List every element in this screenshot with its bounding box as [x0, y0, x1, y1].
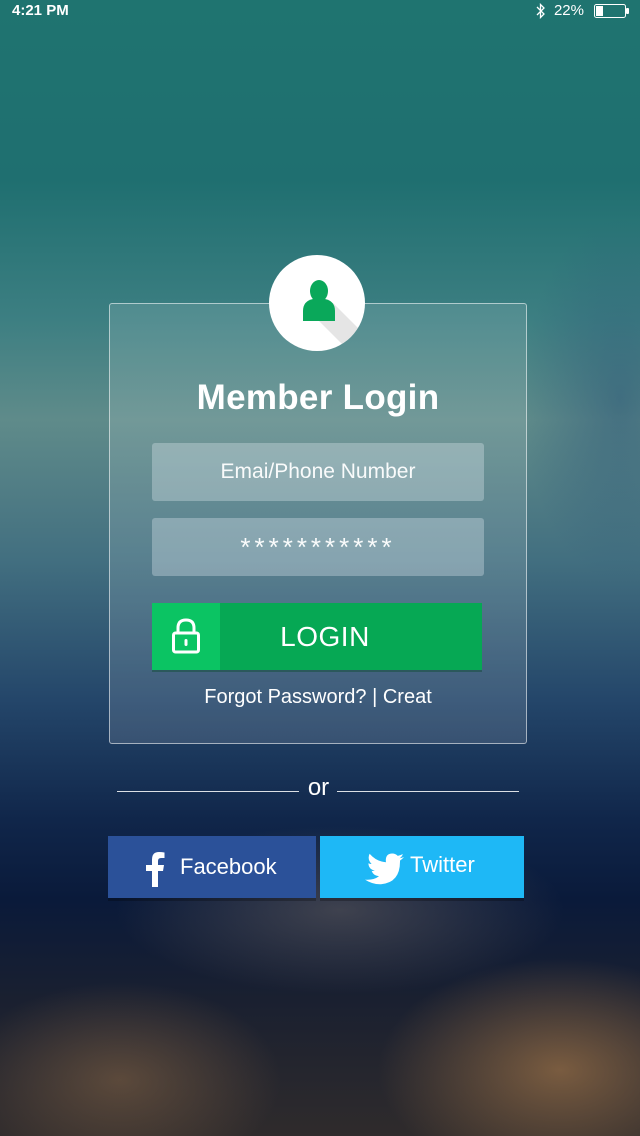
lock-badge: [152, 603, 220, 670]
divider-line-left: [117, 791, 299, 792]
divider-line-right: [337, 791, 519, 792]
page-title: Member Login: [196, 378, 440, 417]
user-icon: [303, 280, 335, 321]
link-separator: |: [372, 686, 378, 708]
twitter-bird-icon: [365, 853, 404, 885]
facebook-icon: [146, 852, 165, 887]
battery-icon: [594, 4, 629, 18]
twitter-login-button[interactable]: Twitter: [320, 836, 524, 898]
email-field[interactable]: Emai/Phone Number: [152, 443, 484, 501]
forgot-password-link[interactable]: Forgot Password?: [204, 686, 366, 708]
password-field[interactable]: ***********: [152, 518, 484, 576]
lock-icon: [172, 618, 200, 654]
login-button-label: LOGIN: [280, 621, 370, 652]
account-links: Forgot Password? | Creat: [109, 686, 527, 709]
twitter-label: Twitter: [410, 852, 475, 877]
login-button[interactable]: LOGIN: [152, 603, 482, 670]
battery-percent: 22%: [553, 2, 584, 19]
create-account-link[interactable]: Creat: [383, 686, 432, 708]
status-time: 4:21 PM: [12, 2, 69, 19]
divider-label: or: [307, 774, 330, 801]
facebook-login-button[interactable]: Facebook: [108, 836, 316, 898]
status-bar: 4:21 PM 22%: [0, 0, 640, 22]
facebook-label: Facebook: [180, 854, 277, 879]
bluetooth-icon: [536, 3, 545, 19]
avatar: [269, 255, 365, 351]
